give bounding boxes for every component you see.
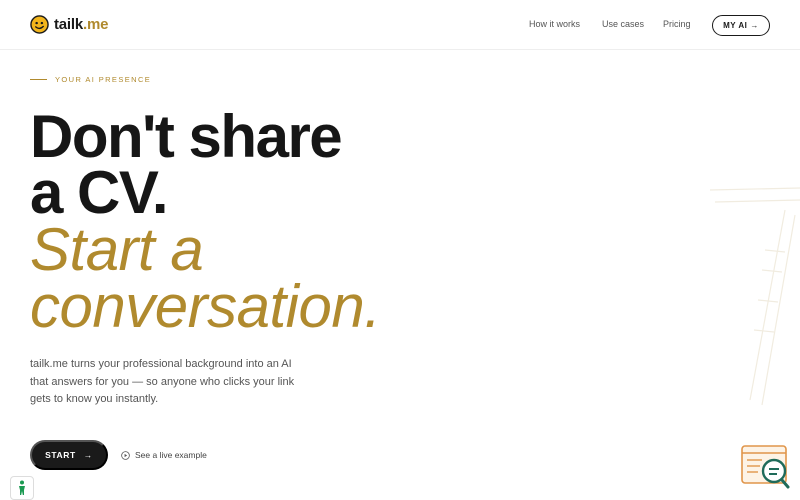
my-ai-button[interactable]: MY AI → [712,15,770,36]
start-label: START [45,450,76,460]
logo[interactable]: tailk.me [30,15,108,34]
live-example-link[interactable]: See a live example [121,450,207,460]
logo-text: tailk.me [54,16,109,33]
headline-line-3: Start a [30,216,204,283]
hero-description: tailk.me turns your professional backgro… [30,358,295,405]
live-example-label: See a live example [135,450,207,460]
my-ai-label: MY AI [723,21,748,30]
headline-line-1: Don't share [30,103,343,170]
nav-how-it-works[interactable]: How it works [529,19,580,29]
arrow-right-icon: → [83,450,93,460]
nav-use-cases[interactable]: Use cases [602,19,644,29]
eyebrow-line [30,79,47,80]
eyebrow: YOUR AI PRESENCE [30,75,151,84]
accessibility-icon [19,480,25,495]
headline-line-2: a CV. [30,159,169,226]
headline-line-4: conversation. [30,273,381,340]
arrow-right-icon: → [750,21,759,30]
top-header: tailk.me How it works Use cases Pricing … [0,0,800,50]
chat-search-icon[interactable] [738,443,792,491]
play-circle-icon [121,450,130,460]
decorative-background-shape [709,187,800,406]
eyebrow-text: YOUR AI PRESENCE [55,75,152,84]
nav-pricing[interactable]: Pricing [663,19,691,29]
logo-icon [30,15,49,34]
accessibility-button[interactable] [10,476,34,500]
start-button[interactable]: START → [30,440,108,470]
